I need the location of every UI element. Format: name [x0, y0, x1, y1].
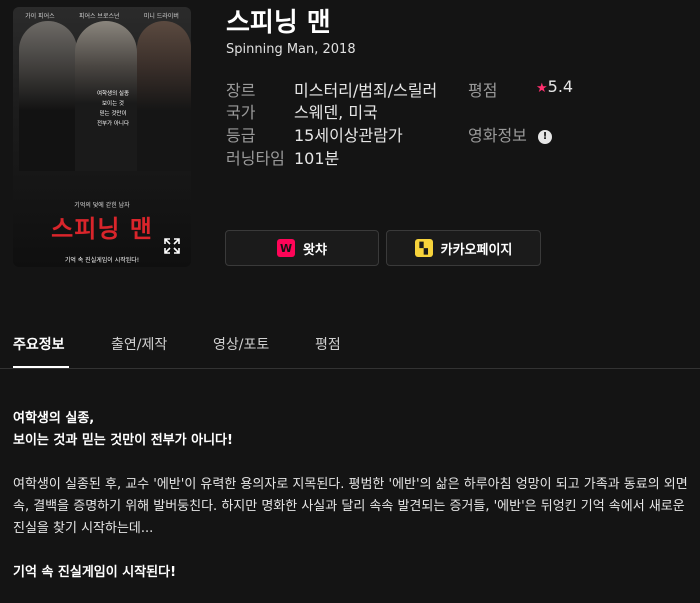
movieinfo-row[interactable]: 영화정보 !	[468, 122, 552, 146]
kakaopage-label: 카카오페이지	[440, 242, 513, 258]
synopsis-closing: 기억 속 진실게임이 시작된다!	[13, 565, 177, 580]
poster-tagline: 여학생의 실종	[96, 91, 130, 97]
score-value: 5.4	[547, 77, 574, 96]
country-value: 스웨덴, 미국	[294, 103, 378, 122]
poster-tagline: 전부가 아니다	[96, 121, 130, 127]
tab-main-info[interactable]: 주요정보	[13, 334, 65, 354]
kakaopage-button[interactable]: ▚ 카카오페이지	[386, 230, 541, 266]
expand-icon[interactable]	[163, 237, 181, 255]
runtime-value: 101분	[294, 149, 340, 168]
watcha-button[interactable]: W 왓챠	[225, 230, 379, 266]
movie-poster[interactable]: 가이 피어스 피어스 브로스넌 미니 드라이버 여학생의 실종 보이는 것 믿는…	[13, 7, 191, 267]
score-label: 평점	[468, 81, 498, 100]
info-icon[interactable]: !	[537, 129, 552, 144]
synopsis: 여학생의 실종, 보이는 것과 믿는 것만이 전부가 아니다! 여학생이 실종된…	[13, 408, 691, 584]
score-value-wrap: ★5.4	[536, 77, 573, 96]
genre-label: 장르	[226, 81, 256, 100]
genre-row: 장르	[226, 77, 255, 101]
country-row: 국가	[226, 99, 255, 123]
watcha-label: 왓챠	[303, 242, 327, 258]
movieinfo-label: 영화정보	[468, 126, 527, 145]
poster-bottom-line: 기억 속 진실게임이 시작된다!	[64, 257, 140, 264]
poster-actor-2: 피어스 브로스넌	[78, 13, 120, 20]
poster-tagline: 보이는 것	[102, 101, 124, 107]
watcha-logo-icon: W	[277, 239, 296, 257]
runtime-row: 러닝타임	[226, 145, 285, 169]
tab-ratings[interactable]: 평점	[315, 334, 341, 354]
kakaopage-logo-icon: ▚	[414, 239, 433, 257]
active-tab-indicator	[13, 366, 69, 368]
runtime-label: 러닝타임	[226, 149, 285, 168]
poster-actor-3: 미니 드라이버	[143, 13, 179, 20]
page-title: 스피닝 맨	[226, 8, 331, 38]
star-icon: ★	[536, 81, 548, 96]
synopsis-body: 여학생이 실종된 후, 교수 '에반'이 유력한 용의자로 지목된다. 평범한 …	[13, 477, 688, 536]
tab-cast-crew[interactable]: 출연/제작	[111, 334, 167, 354]
tab-video-photo[interactable]: 영상/포토	[213, 334, 269, 354]
rating-value: 15세이상관람가	[294, 126, 403, 145]
poster-taglines: 여학생의 실종 보이는 것 믿는 것만이 전부가 아니다	[68, 89, 158, 129]
poster-actor-1: 가이 피어스	[25, 13, 55, 20]
movie-subtitle: Spinning Man, 2018	[226, 42, 356, 57]
genre-value: 미스터리/범죄/스릴러	[294, 81, 438, 100]
country-label: 국가	[226, 103, 256, 122]
rating-label: 등급	[226, 126, 256, 145]
tab-bar: 주요정보 출연/제작 영상/포토 평점	[0, 322, 700, 369]
poster-tagline: 믿는 것만이	[99, 111, 127, 117]
rating-row: 등급	[226, 122, 255, 146]
poster-actor-names: 가이 피어스 피어스 브로스넌 미니 드라이버	[13, 11, 191, 20]
poster-small-line: 기억의 덫에 갇힌 남자	[74, 202, 130, 209]
synopsis-heading-2: 보이는 것과 믿는 것만이 전부가 아니다!	[13, 433, 233, 448]
synopsis-heading-1: 여학생의 실종,	[13, 411, 95, 426]
score-row: 평점	[468, 77, 497, 101]
